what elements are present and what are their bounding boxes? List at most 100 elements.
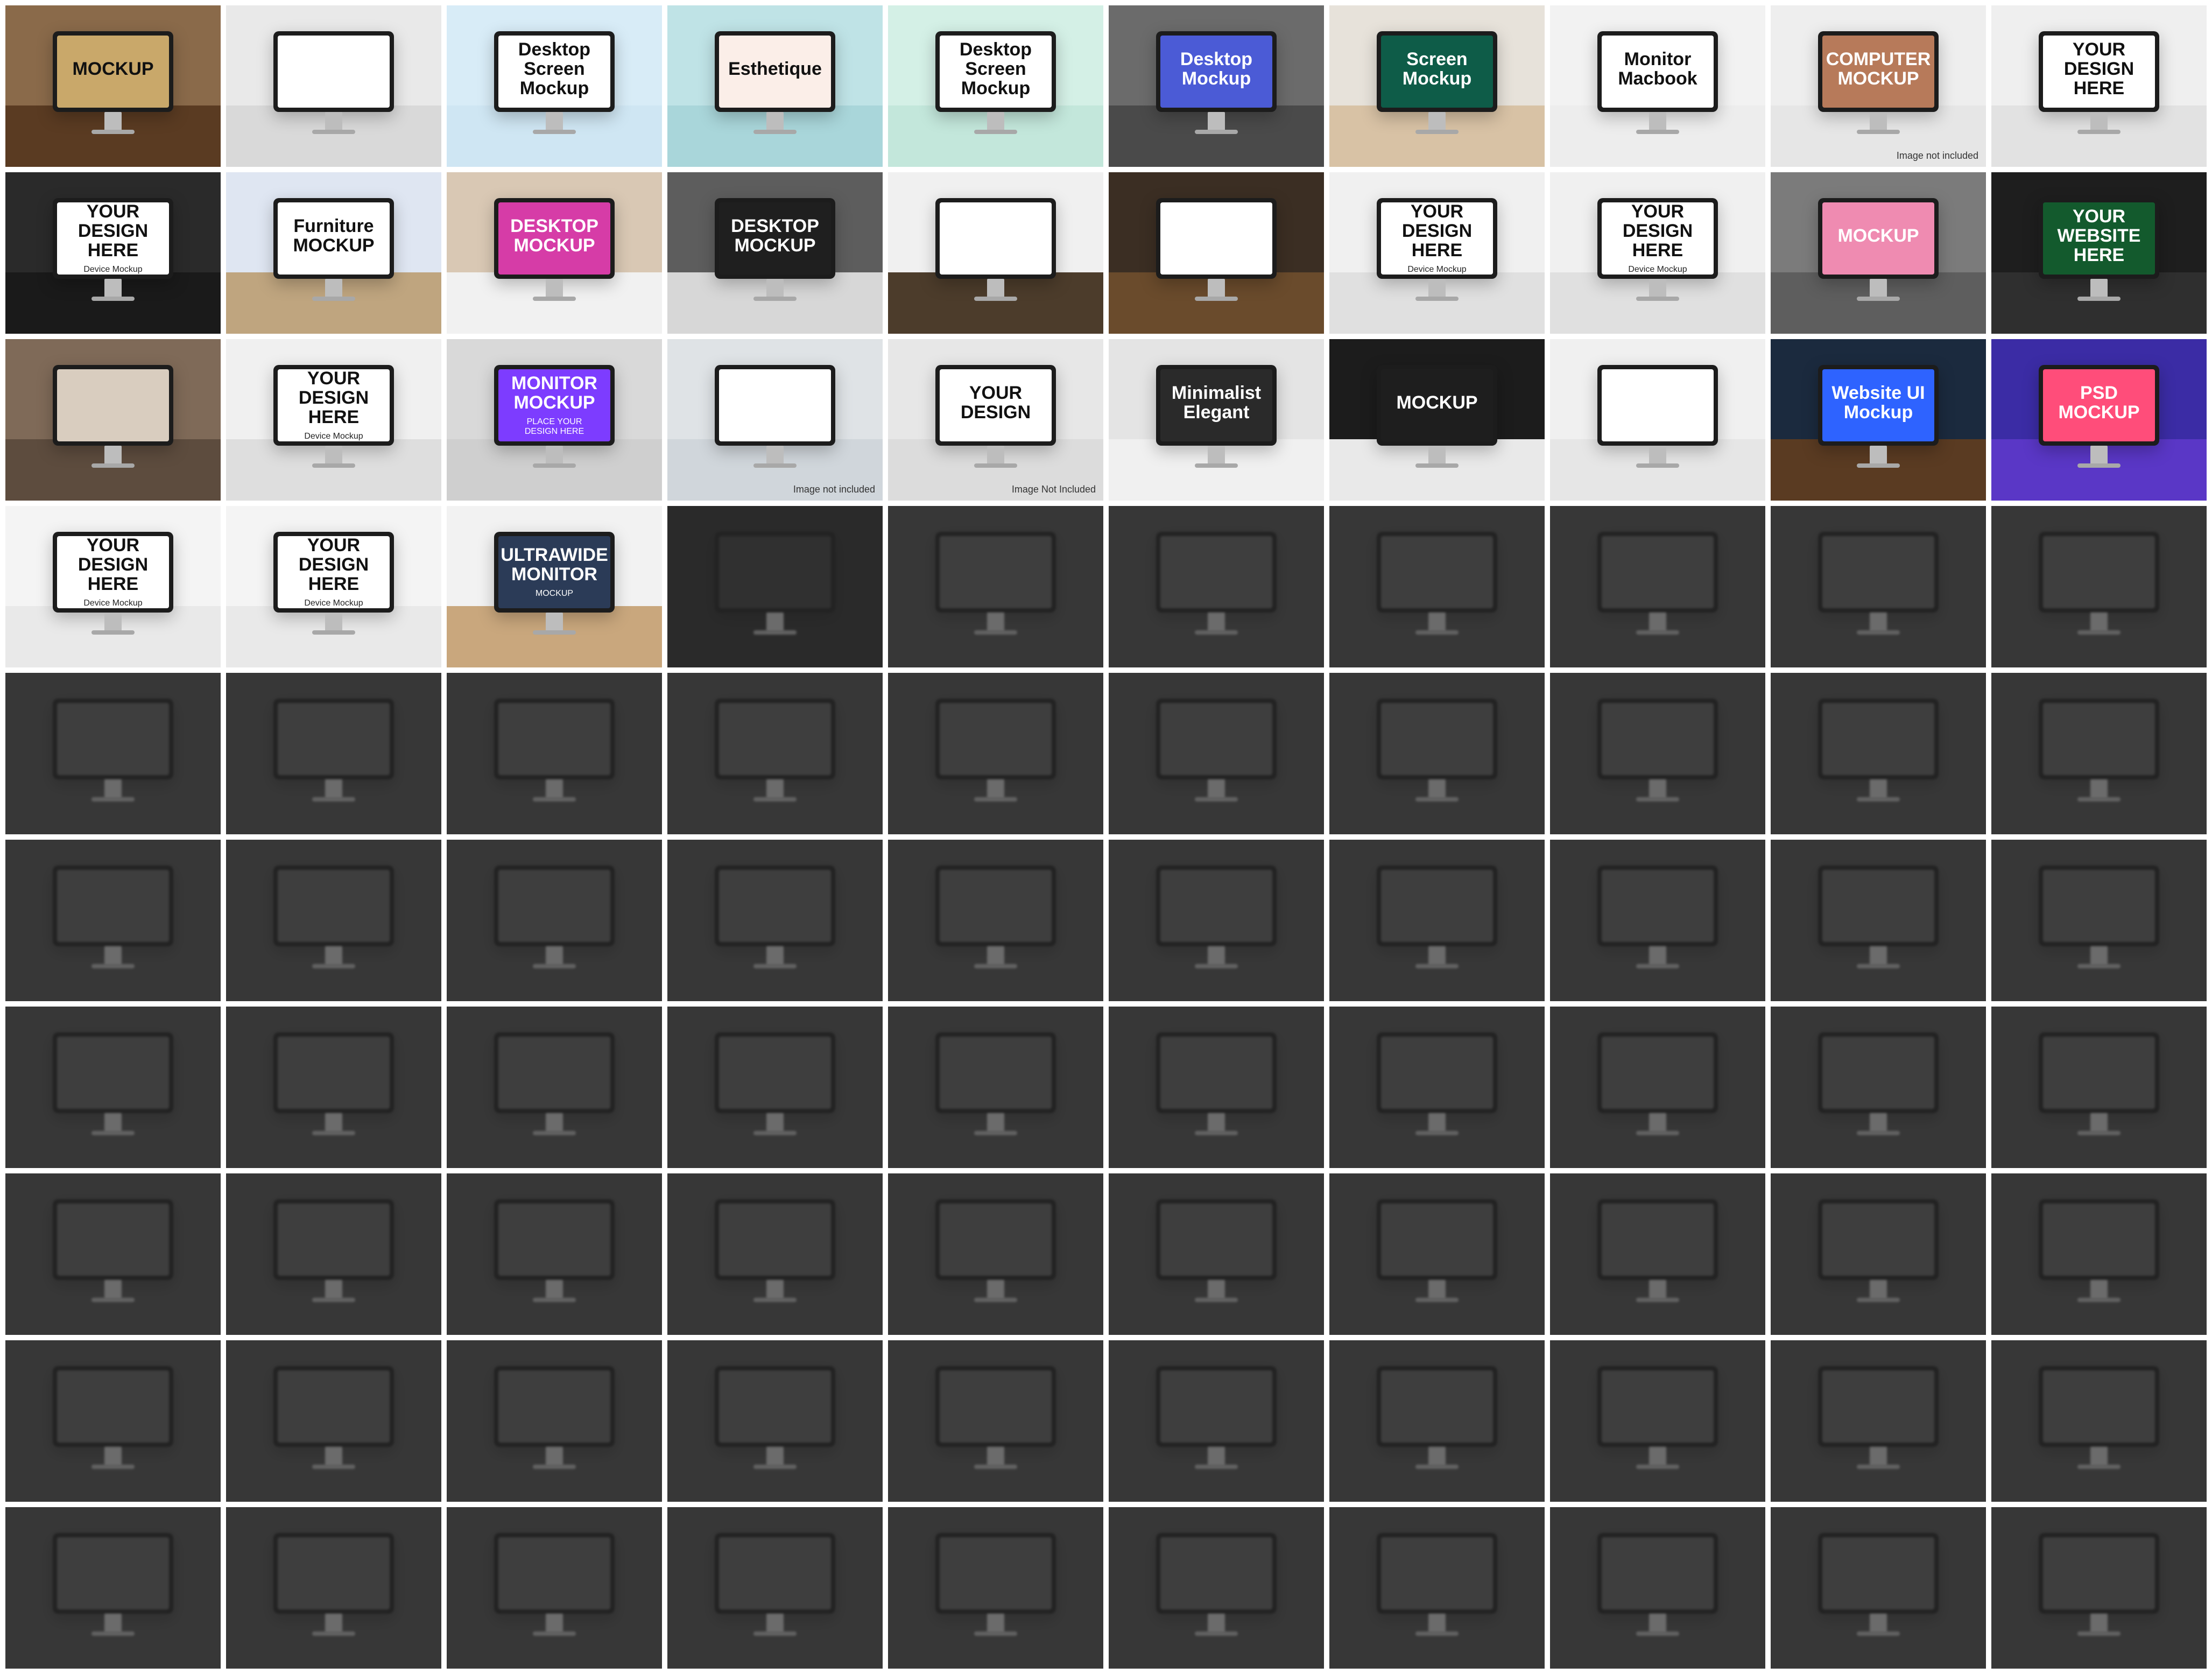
gallery-tile[interactable] — [1329, 1007, 1545, 1168]
gallery-tile[interactable] — [447, 673, 662, 834]
gallery-tile[interactable] — [447, 1340, 662, 1502]
gallery-tile[interactable] — [1550, 673, 1765, 834]
gallery-tile[interactable] — [226, 1507, 441, 1669]
gallery-tile[interactable] — [888, 840, 1103, 1001]
gallery-tile[interactable] — [1550, 1007, 1765, 1168]
gallery-tile[interactable]: Esthetique — [667, 5, 883, 167]
gallery-tile[interactable] — [1991, 1173, 2207, 1335]
gallery-tile[interactable] — [1109, 506, 1324, 667]
gallery-tile[interactable] — [1550, 1507, 1765, 1669]
gallery-tile[interactable] — [888, 1340, 1103, 1502]
gallery-tile[interactable] — [667, 1340, 883, 1502]
gallery-tile[interactable]: Monitor Macbook — [1550, 5, 1765, 167]
gallery-tile[interactable]: Screen Mockup — [1329, 5, 1545, 167]
gallery-tile[interactable] — [667, 673, 883, 834]
gallery-tile[interactable]: YOUR WEBSITE HERE — [1991, 172, 2207, 334]
gallery-tile[interactable] — [1329, 1340, 1545, 1502]
gallery-tile[interactable] — [447, 1173, 662, 1335]
gallery-tile[interactable] — [5, 1507, 221, 1669]
gallery-tile[interactable] — [667, 1173, 883, 1335]
gallery-tile[interactable] — [1109, 673, 1324, 834]
gallery-tile[interactable] — [226, 1340, 441, 1502]
gallery-tile[interactable] — [1329, 506, 1545, 667]
gallery-tile[interactable]: DESKTOP MOCKUP — [447, 172, 662, 334]
gallery-tile[interactable] — [1991, 506, 2207, 667]
gallery-tile[interactable]: Furniture MOCKUP — [226, 172, 441, 334]
gallery-tile[interactable] — [888, 673, 1103, 834]
gallery-tile[interactable] — [1329, 1173, 1545, 1335]
gallery-tile[interactable] — [1771, 840, 1986, 1001]
gallery-tile[interactable] — [1771, 1507, 1986, 1669]
gallery-tile[interactable] — [1771, 506, 1986, 667]
gallery-tile[interactable] — [1550, 1340, 1765, 1502]
gallery-tile[interactable] — [226, 673, 441, 834]
gallery-tile[interactable]: MOCKUP — [1771, 172, 1986, 334]
gallery-tile[interactable]: YOUR DESIGN HERE — [1991, 5, 2207, 167]
gallery-tile[interactable] — [1991, 1007, 2207, 1168]
gallery-tile[interactable] — [888, 172, 1103, 334]
gallery-tile[interactable] — [447, 1007, 662, 1168]
gallery-tile[interactable] — [667, 840, 883, 1001]
gallery-tile[interactable]: Website UI Mockup — [1771, 339, 1986, 501]
gallery-tile[interactable]: Minimalist Elegant — [1109, 339, 1324, 501]
gallery-tile[interactable] — [226, 1173, 441, 1335]
gallery-tile[interactable] — [1771, 1007, 1986, 1168]
gallery-tile[interactable] — [1991, 840, 2207, 1001]
gallery-tile[interactable] — [5, 1007, 221, 1168]
gallery-tile[interactable] — [1109, 840, 1324, 1001]
gallery-tile[interactable] — [226, 840, 441, 1001]
gallery-tile[interactable]: YOUR DESIGN HERE Device Mockup — [226, 506, 441, 667]
gallery-tile[interactable] — [1109, 1007, 1324, 1168]
gallery-tile[interactable] — [667, 506, 883, 667]
gallery-tile[interactable]: Desktop Screen Mockup — [888, 5, 1103, 167]
gallery-tile[interactable] — [1550, 1173, 1765, 1335]
gallery-tile[interactable] — [1550, 339, 1765, 501]
gallery-tile[interactable]: Desktop Mockup — [1109, 5, 1324, 167]
gallery-tile[interactable]: Desktop Screen Mockup — [447, 5, 662, 167]
gallery-tile[interactable] — [667, 1507, 883, 1669]
gallery-tile[interactable] — [5, 1340, 221, 1502]
gallery-tile[interactable] — [5, 673, 221, 834]
gallery-tile[interactable]: YOUR DESIGN Image Not Included — [888, 339, 1103, 501]
gallery-tile[interactable] — [1550, 506, 1765, 667]
gallery-tile[interactable] — [1991, 1507, 2207, 1669]
gallery-tile[interactable] — [5, 1173, 221, 1335]
gallery-tile[interactable] — [1329, 673, 1545, 834]
gallery-tile[interactable]: YOUR DESIGN HERE Device Mockup — [1329, 172, 1545, 334]
gallery-tile[interactable] — [667, 1007, 883, 1168]
gallery-tile[interactable] — [1109, 172, 1324, 334]
gallery-tile[interactable]: COMPUTER MOCKUP Image not included — [1771, 5, 1986, 167]
gallery-tile[interactable] — [1109, 1340, 1324, 1502]
gallery-tile[interactable] — [1329, 1507, 1545, 1669]
gallery-tile[interactable]: ULTRAWIDE MONITOR MOCKUP — [447, 506, 662, 667]
gallery-tile[interactable] — [1109, 1507, 1324, 1669]
gallery-tile[interactable] — [5, 339, 221, 501]
gallery-tile[interactable]: Image not included — [667, 339, 883, 501]
gallery-tile[interactable]: YOUR DESIGN HERE Device Mockup — [1550, 172, 1765, 334]
gallery-tile[interactable] — [1771, 1173, 1986, 1335]
gallery-tile[interactable] — [1329, 840, 1545, 1001]
gallery-tile[interactable] — [888, 1007, 1103, 1168]
gallery-tile[interactable]: YOUR DESIGN HERE Device Mockup — [5, 506, 221, 667]
gallery-tile[interactable]: MOCKUP — [1329, 339, 1545, 501]
gallery-tile[interactable]: MOCKUP — [5, 5, 221, 167]
gallery-tile[interactable] — [1991, 1340, 2207, 1502]
gallery-tile[interactable]: DESKTOP MOCKUP — [667, 172, 883, 334]
gallery-tile[interactable] — [1771, 1340, 1986, 1502]
gallery-tile[interactable] — [888, 1173, 1103, 1335]
gallery-tile[interactable]: PSD MOCKUP — [1991, 339, 2207, 501]
gallery-tile[interactable] — [447, 1507, 662, 1669]
gallery-tile[interactable] — [447, 840, 662, 1001]
gallery-tile[interactable] — [226, 1007, 441, 1168]
gallery-tile[interactable] — [1771, 673, 1986, 834]
gallery-tile[interactable] — [226, 5, 441, 167]
gallery-tile[interactable]: MONITOR MOCKUP PLACE YOUR DESIGN HERE — [447, 339, 662, 501]
gallery-tile[interactable]: YOUR DESIGN HERE Device Mockup — [5, 172, 221, 334]
gallery-tile[interactable]: YOUR DESIGN HERE Device Mockup — [226, 339, 441, 501]
gallery-tile[interactable] — [1991, 673, 2207, 834]
gallery-tile[interactable] — [1550, 840, 1765, 1001]
gallery-tile[interactable] — [888, 506, 1103, 667]
gallery-tile[interactable] — [5, 840, 221, 1001]
gallery-tile[interactable] — [1109, 1173, 1324, 1335]
gallery-tile[interactable] — [888, 1507, 1103, 1669]
